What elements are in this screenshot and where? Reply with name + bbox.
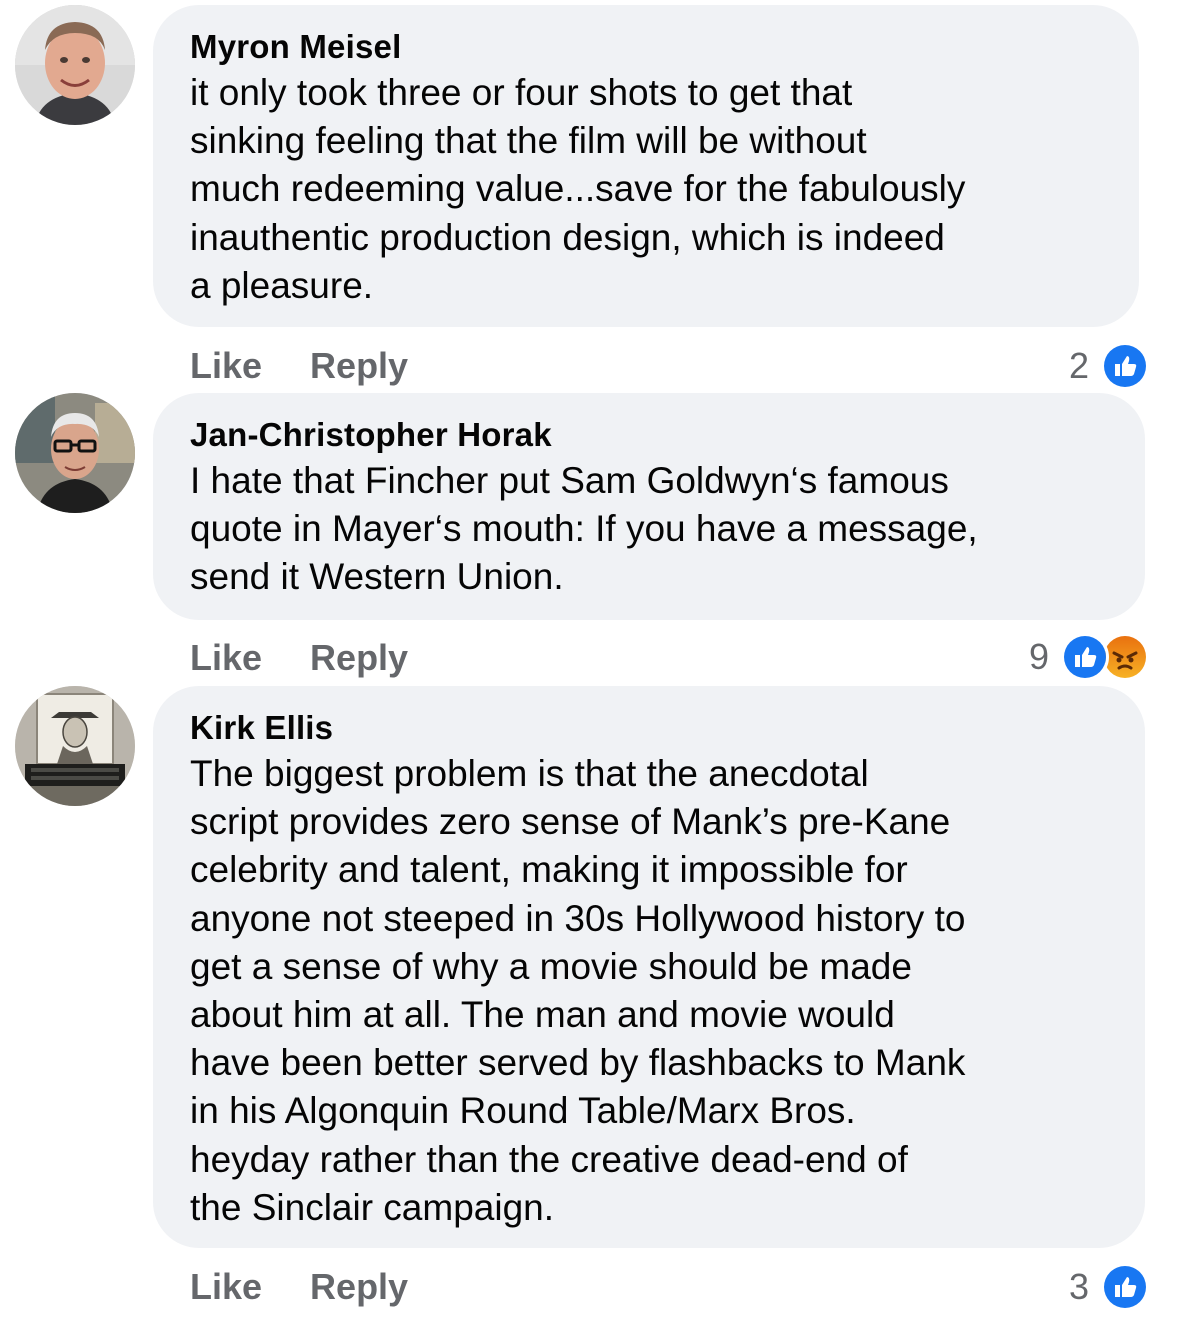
comment-text-line: a pleasure. xyxy=(190,264,374,306)
like-icon xyxy=(1101,1263,1149,1311)
reaction-summary[interactable]: 9 xyxy=(1029,632,1149,682)
like-icon xyxy=(1061,633,1109,681)
comment-text-line: sinking feeling that the film will be wi… xyxy=(190,120,867,162)
comment-text-line: have been better served by flashbacks to… xyxy=(190,1042,966,1084)
comment-text: The biggest problem is that the anecdota… xyxy=(190,750,1115,1232)
comment-author[interactable]: Kirk Ellis xyxy=(190,708,1115,748)
comment-text-line: The biggest problem is that the anecdota… xyxy=(190,753,869,794)
comment-text-line: anyone not steeped in 30s Hollywood hist… xyxy=(190,897,966,939)
like-button[interactable]: Like xyxy=(190,1265,262,1309)
avatar-photo xyxy=(15,686,135,806)
reply-button[interactable]: Reply xyxy=(310,344,408,388)
comment-text-line: celebrity and talent, making it impossib… xyxy=(190,849,908,891)
avatar[interactable] xyxy=(15,393,135,513)
reaction-summary[interactable]: 3 xyxy=(1069,1262,1149,1312)
comment-actions: Like Reply xyxy=(190,1265,408,1309)
comment-text-line: in his Algonquin Round Table/Marx Bros. xyxy=(190,1090,856,1132)
comment-text-line: heyday rather than the creative dead-end… xyxy=(190,1138,908,1180)
comment-text-line: send it Western Union. xyxy=(190,556,564,598)
comment-text: I hate that Fincher put Sam Goldwyn‘s fa… xyxy=(190,457,1115,602)
comment-text-line: much redeeming value...save for the fabu… xyxy=(190,168,966,210)
comment-bubble: Myron Meisel it only took three or four … xyxy=(153,5,1139,327)
comment-text: it only took three or four shots to get … xyxy=(190,69,1109,310)
comment-text-line: get a sense of why a movie should be mad… xyxy=(190,945,912,987)
reply-button[interactable]: Reply xyxy=(310,1265,408,1309)
reaction-summary[interactable]: 2 xyxy=(1069,341,1149,391)
comment-actions: Like Reply xyxy=(190,636,408,680)
avatar-photo xyxy=(15,393,135,513)
reaction-count: 9 xyxy=(1028,636,1049,677)
like-button[interactable]: Like xyxy=(190,344,262,388)
avatar[interactable] xyxy=(15,5,135,125)
reaction-count: 3 xyxy=(1068,1266,1089,1307)
comment-actions: Like Reply xyxy=(190,344,408,388)
avatar[interactable] xyxy=(15,686,135,806)
comment-author[interactable]: Myron Meisel xyxy=(190,27,1109,67)
comment-text-line: quote in Mayer‘s mouth: If you have a me… xyxy=(190,508,978,550)
comment-text-line: it only took three or four shots to get … xyxy=(190,72,853,113)
avatar-photo xyxy=(15,5,135,125)
comment-text-line: the Sinclair campaign. xyxy=(190,1186,555,1228)
like-icon xyxy=(1101,342,1149,390)
comment-text-line: inauthentic production design, which is … xyxy=(190,216,945,258)
comment-text-line: about him at all. The man and movie woul… xyxy=(190,994,895,1036)
reaction-count: 2 xyxy=(1068,345,1089,386)
comment-bubble: Jan-Christopher Horak I hate that Finche… xyxy=(153,393,1145,620)
reply-button[interactable]: Reply xyxy=(310,636,408,680)
like-button[interactable]: Like xyxy=(190,636,262,680)
comment-text-line: I hate that Fincher put Sam Goldwyn‘s fa… xyxy=(190,460,949,501)
comment-bubble: Kirk Ellis The biggest problem is that t… xyxy=(153,686,1145,1248)
comment-author[interactable]: Jan-Christopher Horak xyxy=(190,415,1115,455)
comment-text-line: script provides zero sense of Mank’s pre… xyxy=(190,801,951,843)
